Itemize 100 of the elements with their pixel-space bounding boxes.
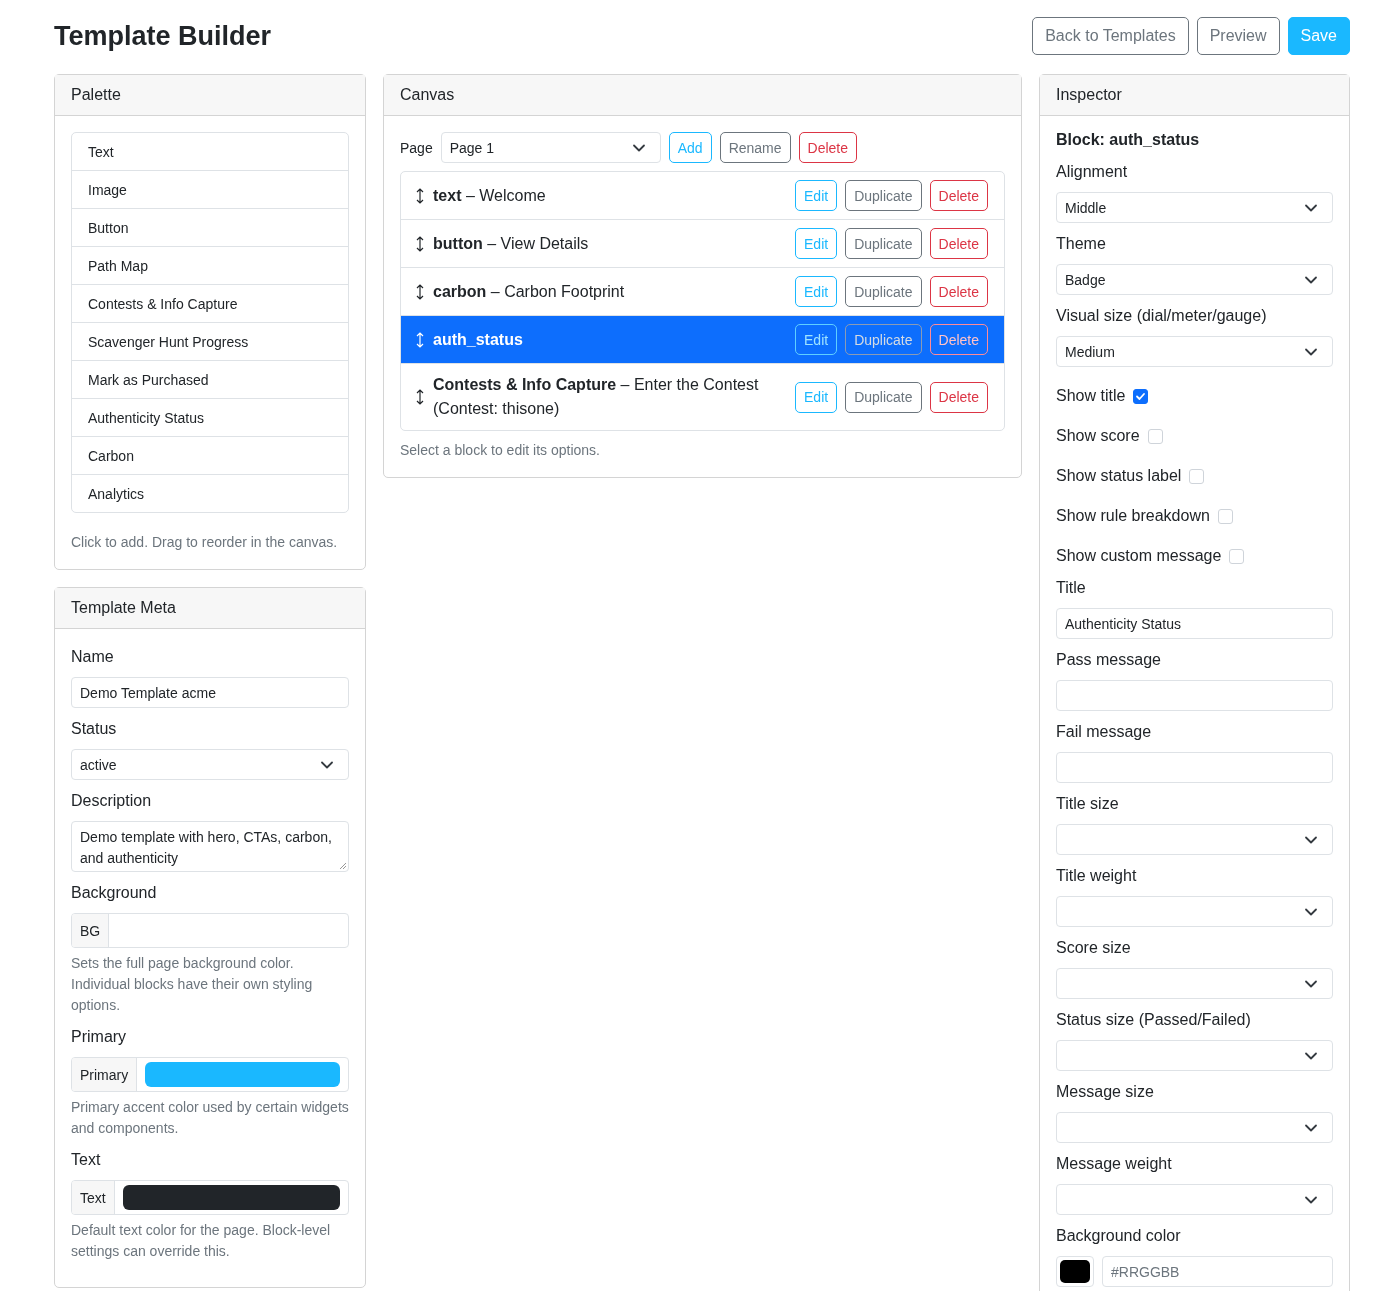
input-field[interactable]	[1056, 752, 1333, 783]
field-label: Title weight	[1056, 866, 1138, 886]
color-picker[interactable]	[1056, 1256, 1094, 1287]
input-field[interactable]: Demo Template acme	[71, 677, 349, 708]
block-action-button[interactable]: Duplicate	[845, 180, 922, 211]
palette-item[interactable]: Analytics	[72, 474, 348, 512]
select-dropdown[interactable]	[1056, 1040, 1333, 1071]
input-field[interactable]: Authenticity Status	[1056, 608, 1333, 639]
checkbox-label: Show custom message	[1056, 548, 1222, 564]
resize-grip-icon	[339, 862, 347, 870]
header-button[interactable]: Preview	[1196, 17, 1280, 55]
field-label: Title	[1056, 578, 1087, 598]
help-text: Default text color for the page. Block-level settings can override this.	[71, 1221, 332, 1261]
field-label: Status size (Passed/Failed)	[1056, 1010, 1252, 1030]
block-action-button[interactable]: Delete	[929, 228, 988, 259]
block-action-button[interactable]: Duplicate	[845, 228, 922, 259]
header-button[interactable]: Back to Templates	[1032, 17, 1189, 55]
checkbox[interactable]	[1133, 388, 1149, 404]
block-label: carbon – Carbon Footprint	[433, 281, 626, 302]
field-label: Text	[71, 1150, 102, 1170]
field-label: Primary	[71, 1027, 128, 1047]
palette-item[interactable]: Mark as Purchased	[72, 360, 348, 398]
block-label: text – Welcome	[433, 185, 547, 206]
page-title: Template Builder	[54, 20, 272, 52]
select-dropdown[interactable]	[1056, 1184, 1333, 1215]
select-dropdown[interactable]: Middle	[1056, 192, 1333, 223]
select-dropdown[interactable]	[1056, 968, 1333, 999]
field-label: Theme	[1056, 234, 1107, 254]
page-button[interactable]: Rename	[719, 132, 791, 163]
input-field[interactable]	[1056, 680, 1333, 711]
palette-item[interactable]: Authenticity Status	[72, 398, 348, 436]
vertical-arrows-icon	[415, 186, 425, 205]
select-dropdown[interactable]	[1056, 1112, 1333, 1143]
block-action-button[interactable]: Delete	[929, 276, 988, 307]
field-label: Page	[400, 139, 433, 156]
color-input-group[interactable]: Primary	[71, 1057, 349, 1092]
select-dropdown[interactable]: Badge	[1056, 264, 1333, 295]
color-input-group[interactable]: Text	[71, 1180, 349, 1215]
input-field[interactable]: #RRGGBB	[1102, 1256, 1333, 1287]
color-swatch[interactable]	[122, 1185, 340, 1210]
field-label: Background	[71, 883, 158, 903]
hint-text: Select a block to edit its options.	[400, 441, 601, 460]
select-dropdown[interactable]: Page 1	[440, 132, 661, 163]
field-label: Background color	[1056, 1226, 1182, 1246]
help-text: Primary accent color used by certain widgets and components.	[71, 1098, 349, 1138]
checkbox-label: Show score	[1056, 428, 1140, 444]
checkbox-label: Show rule breakdown	[1056, 508, 1210, 524]
select-dropdown[interactable]: Medium	[1056, 336, 1333, 367]
select-dropdown[interactable]	[1056, 896, 1333, 927]
color-input-group[interactable]: BG	[71, 913, 349, 948]
block-label: button – View Details	[433, 233, 590, 254]
field-label: Fail message	[1056, 722, 1153, 742]
palette-item[interactable]: Button	[72, 208, 348, 246]
block-action-button[interactable]: Duplicate	[845, 381, 922, 413]
field-label: Status	[71, 719, 118, 739]
color-swatch[interactable]	[145, 1062, 340, 1087]
block-row[interactable]: button – View Details Edit Duplicate Delete	[401, 219, 1004, 267]
block-label: auth_status	[433, 329, 524, 350]
textarea-field[interactable]: Demo template with hero, CTAs, carbon, and authenticity	[71, 821, 349, 872]
select-dropdown[interactable]: active	[71, 749, 349, 780]
block-action-button[interactable]: Delete	[929, 180, 988, 211]
checkbox-label: Show status label	[1056, 468, 1182, 484]
input-addon: BG	[72, 914, 110, 947]
card-header: Template Meta	[55, 588, 365, 629]
field-label: Description	[71, 791, 153, 811]
palette-item[interactable]: Carbon	[72, 436, 348, 474]
field-label: Score size	[1056, 938, 1132, 958]
palette-item[interactable]: Scavenger Hunt Progress	[72, 322, 348, 360]
card-header: Canvas	[384, 75, 1021, 116]
field-label: Visual size (dial/meter/gauge)	[1056, 306, 1268, 326]
block-row[interactable]: text – Welcome Edit Duplicate Delete	[401, 172, 1004, 219]
page-button[interactable]: Delete	[798, 132, 857, 163]
checkmark-icon	[1135, 390, 1147, 402]
vertical-arrows-icon	[415, 330, 425, 349]
vertical-arrows-icon	[415, 234, 425, 253]
vertical-arrows-icon	[415, 282, 425, 301]
palette-item[interactable]: Image	[72, 170, 348, 208]
input-addon: Text	[72, 1181, 115, 1214]
block-action-button[interactable]: Delete	[929, 381, 988, 413]
field-label: Message size	[1056, 1082, 1155, 1102]
input-addon: Primary	[72, 1058, 138, 1091]
block-row[interactable]: Contests & Info Capture – Enter the Contest (Contest: thisone) Edit Duplicate Delete	[401, 363, 1004, 430]
palette-item[interactable]: Path Map	[72, 246, 348, 284]
help-text: Sets the full page background color. Individual blocks have their own styling options.	[71, 954, 314, 1015]
field-label: Message weight	[1056, 1154, 1173, 1174]
palette-item[interactable]: Contests & Info Capture	[72, 284, 348, 322]
field-label: Alignment	[1056, 162, 1129, 182]
field-label: Name	[71, 647, 115, 667]
block-heading: Block: auth_status	[1056, 130, 1201, 150]
hint-text: Click to add. Drag to reorder in the canvas.	[71, 533, 339, 552]
card-header: Inspector	[1040, 75, 1349, 116]
vertical-arrows-icon	[415, 388, 425, 406]
field-label: Title size	[1056, 794, 1120, 814]
checkbox-label: Show title	[1056, 388, 1126, 404]
block-action-button[interactable]: Duplicate	[845, 276, 922, 307]
select-dropdown[interactable]	[1056, 824, 1333, 855]
block-label: Contests & Info Capture – Enter the Contest (Contest: thisone)	[433, 375, 760, 419]
card-header: Palette	[55, 75, 365, 116]
palette-item[interactable]: Text	[72, 133, 348, 170]
field-label: Pass message	[1056, 650, 1162, 670]
